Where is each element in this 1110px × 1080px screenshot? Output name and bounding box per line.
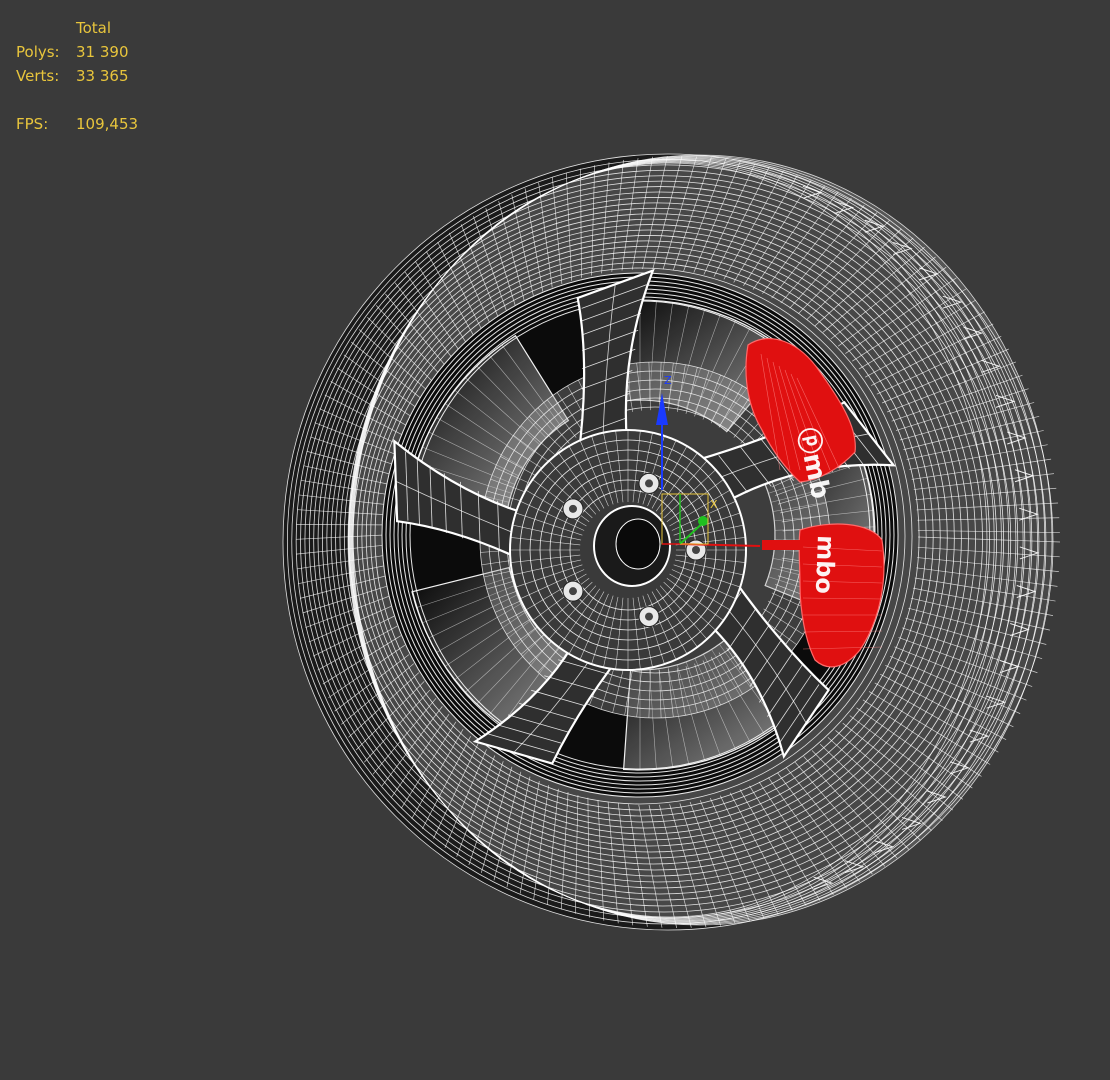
lug-nut-hole [645,612,654,621]
lug-nut-hole [645,479,654,488]
lug-nut-hole [568,587,577,596]
wheel-hub [509,429,747,671]
perspective-viewport[interactable]: Total Polys: 31 390 Verts: 33 365 FPS: 1… [0,0,1110,1080]
gizmo-y-handle [698,516,708,526]
center-bore-inner [615,518,661,570]
caliper-bridge [762,540,802,550]
gizmo-z-label: Z [664,374,672,387]
wheel-wireframe-model[interactable]: ⓟmbmbo ZX [0,0,1110,1080]
gizmo-x-label: X [710,498,718,511]
lug-nut-hole [568,504,577,513]
lug-nut-hole [692,546,700,554]
caliper-logo-bottom: mbo [810,535,840,595]
